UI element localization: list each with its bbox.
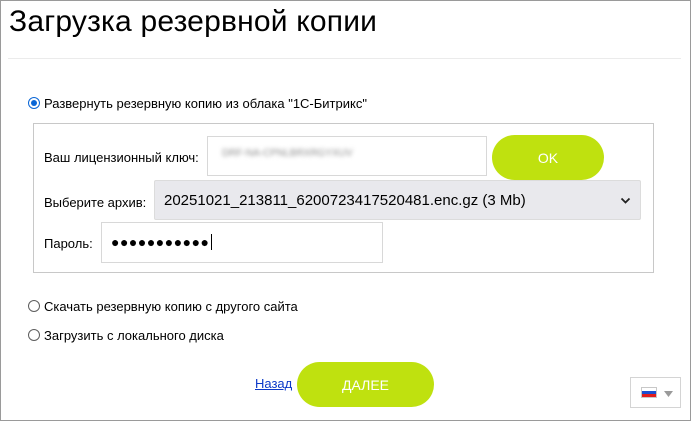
page-title: Загрузка резервной копии: [9, 5, 378, 38]
password-input[interactable]: ●●●●●●●●●●●: [101, 222, 383, 263]
option-cloud[interactable]: Развернуть резервную копию из облака "1С…: [28, 94, 367, 112]
next-button-label: ДАЛЕЕ: [342, 376, 389, 393]
archive-label: Выберите архив:: [44, 195, 147, 210]
radio-local-disk[interactable]: [28, 329, 40, 341]
ok-button[interactable]: OK: [492, 135, 604, 180]
password-label: Пароль:: [44, 236, 93, 251]
license-key-input[interactable]: DRF-NA-CPNLBRXRGYXUV: [207, 136, 487, 176]
text-caret: [210, 234, 212, 250]
option-other-site-label: Скачать резервную копию с другого сайта: [44, 298, 298, 314]
license-key-label: Ваш лицензионный ключ:: [44, 150, 199, 165]
next-button[interactable]: ДАЛЕЕ: [297, 362, 434, 407]
flag-ru-icon: [641, 387, 657, 398]
license-key-value: DRF-NA-CPNLBRXRGYXUV: [222, 148, 353, 159]
archive-select-value: 20251021_213811_6200723417520481.enc.gz …: [164, 192, 526, 209]
option-cloud-label: Развернуть резервную копию из облака "1С…: [44, 95, 367, 111]
language-selector[interactable]: [630, 377, 681, 408]
option-other-site[interactable]: Скачать резервную копию с другого сайта: [28, 297, 298, 315]
title-divider: [8, 58, 681, 59]
password-masked-value: ●●●●●●●●●●●: [111, 234, 210, 250]
chevron-down-icon: [620, 197, 631, 204]
back-link[interactable]: Назад: [255, 376, 292, 391]
archive-select[interactable]: 20251021_213811_6200723417520481.enc.gz …: [154, 180, 641, 220]
option-local-disk-label: Загрузить с локального диска: [44, 327, 224, 343]
option-local-disk[interactable]: Загрузить с локального диска: [28, 326, 224, 344]
radio-other-site[interactable]: [28, 300, 40, 312]
ok-button-label: OK: [537, 149, 559, 166]
radio-cloud[interactable]: [28, 97, 40, 109]
caret-down-icon: [664, 391, 673, 397]
